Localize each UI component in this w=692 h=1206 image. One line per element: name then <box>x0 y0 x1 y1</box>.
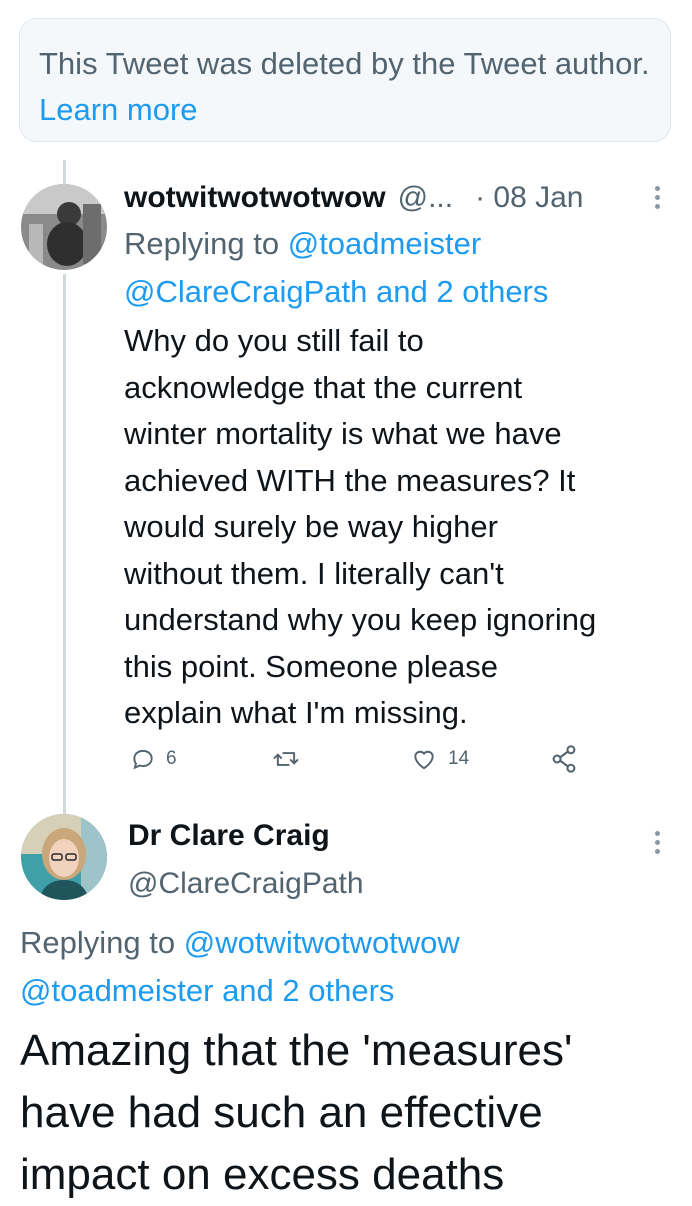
clare-craig-avatar-image <box>21 814 107 900</box>
thread-line-top <box>63 160 66 184</box>
reply-tweet-header: wotwitwotwotwow @... · 08 Jan <box>124 178 644 218</box>
body-line: Amazing that the 'measures' <box>20 1026 573 1075</box>
deleted-notice-text: This Tweet was deleted by the Tweet auth… <box>39 46 650 81</box>
mention-wotwitwotwotwow[interactable]: @wotwitwotwotwow <box>184 925 460 960</box>
body-line: have had such an effective <box>20 1088 543 1137</box>
like-count: 14 <box>448 748 470 769</box>
more-options-icon[interactable] <box>655 831 661 854</box>
body-line: without them. I literally can't <box>124 555 504 591</box>
reply-button[interactable]: 6 <box>130 746 177 772</box>
tweet-date[interactable]: · 08 Jan <box>475 181 583 215</box>
body-line: winter mortality is what we have <box>124 416 562 451</box>
display-name[interactable]: Dr Clare Craig <box>128 819 330 853</box>
share-icon <box>552 745 576 773</box>
wotwit-avatar-image <box>21 184 107 270</box>
reply-count: 6 <box>166 748 177 769</box>
display-name[interactable]: wotwitwotwotwow <box>124 181 386 215</box>
reply-icon <box>133 749 153 770</box>
main-tweet-handle-row: @ClareCraigPath <box>128 864 364 904</box>
body-line: achieved WITH the measures? It <box>124 462 576 498</box>
main-tweet-header: Dr Clare Craig <box>128 816 330 856</box>
user-handle[interactable]: @ClareCraigPath <box>128 867 364 901</box>
body-line: understand why you keep ignoring <box>124 602 597 637</box>
replying-to-line: Replying to @toadmeister <box>124 220 481 268</box>
mention-toadmeister[interactable]: @toadmeister <box>288 226 481 261</box>
replying-to-line-2: @toadmeister and 2 others <box>20 967 394 1015</box>
retweet-icon <box>273 752 299 766</box>
user-handle[interactable]: @... <box>398 181 453 215</box>
others-link[interactable]: and 2 others <box>376 274 548 309</box>
others-link[interactable]: and 2 others <box>222 973 394 1008</box>
avatar[interactable] <box>21 184 107 270</box>
body-line: impact on excess deaths <box>20 1150 505 1199</box>
share-button[interactable] <box>550 744 578 774</box>
deleted-tweet-notice: This Tweet was deleted by the Tweet auth… <box>19 18 671 142</box>
like-button[interactable]: 14 <box>410 746 469 772</box>
main-tweet-body: Amazing that the 'measures' have had suc… <box>20 1020 680 1206</box>
mention-clarecraigpath[interactable]: @ClareCraigPath <box>124 274 367 309</box>
body-line: this point. Someone please <box>124 648 498 684</box>
mention-toadmeister[interactable]: @toadmeister <box>20 973 213 1008</box>
learn-more-link[interactable]: Learn more <box>39 92 198 127</box>
body-line: explain what I'm missing. <box>124 695 468 730</box>
like-icon <box>414 750 434 770</box>
retweet-button[interactable] <box>272 746 300 772</box>
body-line: would surely be way higher <box>124 509 498 544</box>
replying-to-label: Replying to <box>124 226 280 261</box>
body-line: Why do you still fail to <box>124 323 424 358</box>
replying-to-line-2: @ClareCraigPath and 2 others <box>124 268 548 316</box>
avatar[interactable] <box>21 814 107 900</box>
body-line: acknowledge that the current <box>124 369 523 405</box>
replying-to-label: Replying to <box>20 925 176 960</box>
replying-to-line: Replying to @wotwitwotwotwow <box>20 919 460 967</box>
more-options-icon[interactable] <box>655 186 661 209</box>
thread-line-middle <box>63 274 66 814</box>
reply-tweet-body: Why do you still fail to acknowledge tha… <box>124 318 684 737</box>
